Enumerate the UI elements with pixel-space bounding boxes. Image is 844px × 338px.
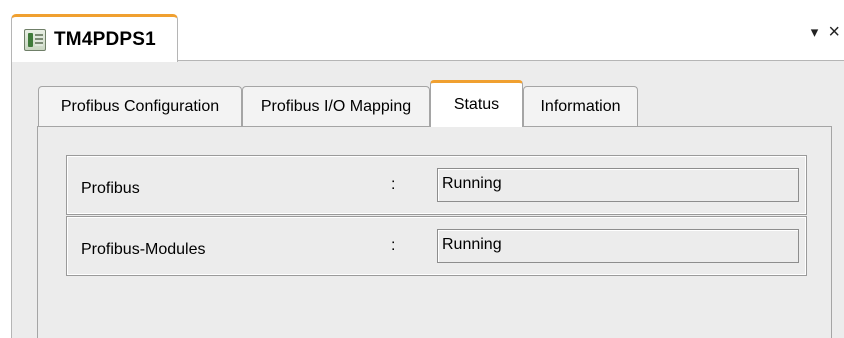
status-value-field: Running <box>437 168 799 202</box>
status-value-field: Running <box>437 229 799 263</box>
document-tab[interactable]: TM4PDPS1 <box>11 14 178 62</box>
tab-profibus-configuration[interactable]: Profibus Configuration <box>38 86 242 126</box>
tab-status[interactable]: Status <box>430 80 523 127</box>
dropdown-arrow-icon[interactable]: ▾ <box>811 25 819 40</box>
close-icon[interactable]: × <box>828 22 840 42</box>
document-tab-title: TM4PDPS1 <box>54 28 156 50</box>
tab-profibus-io-mapping[interactable]: Profibus I/O Mapping <box>242 86 430 126</box>
status-row-profibus: Profibus : Running <box>66 155 807 215</box>
window-controls: ▾ × <box>811 22 840 42</box>
status-label: Profibus-Modules <box>81 241 206 258</box>
status-separator: : <box>391 176 396 193</box>
status-row-profibus-modules: Profibus-Modules : Running <box>66 216 807 276</box>
status-label: Profibus <box>81 180 140 197</box>
device-module-icon <box>24 28 46 51</box>
tab-information[interactable]: Information <box>523 86 638 126</box>
status-separator: : <box>391 237 396 254</box>
